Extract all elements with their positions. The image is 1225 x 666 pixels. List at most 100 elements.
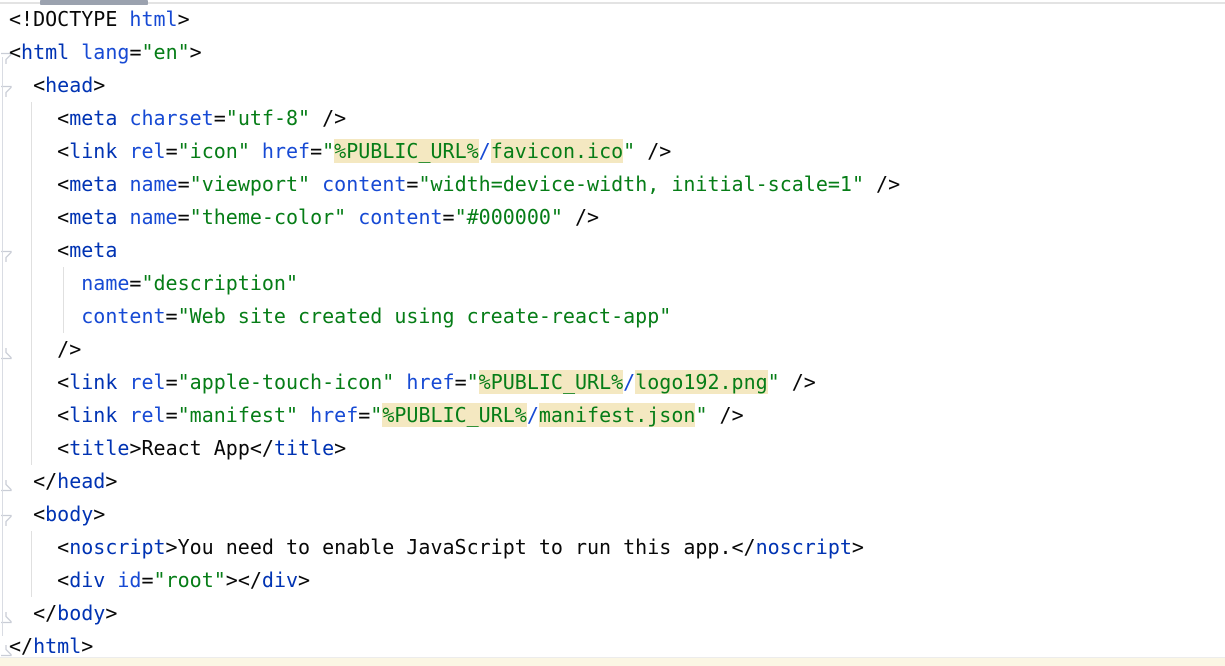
template-token: logo192.png — [635, 370, 767, 394]
code-token: noscript — [756, 535, 852, 559]
code-token: name — [81, 271, 129, 295]
code-token: html — [129, 7, 177, 31]
template-token: manifest.json — [539, 403, 696, 427]
code-token: > — [852, 535, 864, 559]
code-token: " — [623, 139, 635, 163]
code-token: < — [9, 568, 69, 592]
code-token: > — [105, 469, 117, 493]
code-token: React App — [141, 436, 249, 460]
code-token: " — [695, 403, 707, 427]
code-line: <head> — [9, 69, 900, 102]
code-token: < — [9, 172, 69, 196]
code-token: ></ — [226, 568, 262, 592]
code-line: </head> — [9, 465, 900, 498]
code-token: > — [81, 634, 93, 658]
code-token: div — [262, 568, 298, 592]
code-token — [298, 403, 310, 427]
code-token: > — [190, 40, 202, 64]
code-token: = — [166, 304, 178, 328]
code-token: < — [9, 73, 45, 97]
code-token: "root" — [154, 568, 226, 592]
code-token: title — [274, 436, 334, 460]
code-token: </ — [9, 469, 57, 493]
code-token: You need to enable JavaScript to run thi… — [178, 535, 732, 559]
code-editor[interactable]: <!DOCTYPE html><html lang="en"> <head> <… — [0, 0, 1225, 666]
code-token: " — [768, 370, 780, 394]
code-line: <body> — [9, 498, 900, 531]
code-line: <html lang="en"> — [9, 36, 900, 69]
code-token: /> — [864, 172, 900, 196]
code-line: /> — [9, 333, 900, 366]
code-token: < — [9, 238, 69, 262]
code-token: rel — [129, 403, 165, 427]
code-token — [117, 139, 129, 163]
code-token: = — [178, 172, 190, 196]
code-token — [117, 106, 129, 130]
code-token: < — [9, 535, 69, 559]
code-line: <meta charset="utf-8" /> — [9, 102, 900, 135]
code-token — [69, 40, 81, 64]
code-token: /> — [780, 370, 816, 394]
code-token: " — [322, 139, 334, 163]
code-token: body — [45, 502, 93, 526]
code-token: href — [310, 403, 358, 427]
code-token — [9, 271, 81, 295]
code-token: id — [117, 568, 141, 592]
code-token: <!DOCTYPE — [9, 7, 129, 31]
code-token: rel — [129, 370, 165, 394]
code-line: < noscript> You need to enable JavaScript … — [9, 531, 900, 564]
code-token: < — [9, 139, 69, 163]
code-token: / — [623, 370, 635, 394]
code-token: "description" — [141, 271, 298, 295]
code-token: " — [370, 403, 382, 427]
code-token: "width=device-width, initial-scale=1" — [418, 172, 864, 196]
code-token: = — [129, 271, 141, 295]
template-token: favicon.ico — [491, 139, 623, 163]
code-token — [346, 205, 358, 229]
code-token: / — [527, 403, 539, 427]
code-token: meta — [69, 205, 117, 229]
code-token: "apple-touch-icon" — [178, 370, 395, 394]
code-token: rel — [129, 139, 165, 163]
code-token — [9, 304, 81, 328]
code-token: < — [9, 403, 69, 427]
code-token: = — [310, 139, 322, 163]
code-token: / — [479, 139, 491, 163]
code-token: /> — [563, 205, 599, 229]
code-token: content — [358, 205, 442, 229]
code-line: <div id="root"></div> — [9, 564, 900, 597]
code-token: < — [9, 370, 69, 394]
code-token: = — [178, 205, 190, 229]
code-token: content — [322, 172, 406, 196]
code-token: " — [467, 370, 479, 394]
code-token — [105, 568, 117, 592]
code-token: "icon" — [178, 139, 250, 163]
code-token: > — [178, 7, 190, 31]
code-token: < — [9, 205, 69, 229]
code-line: <!DOCTYPE html> — [9, 3, 900, 36]
code-token — [117, 403, 129, 427]
code-token: "Web site created using create-react-app… — [178, 304, 672, 328]
code-token: "utf-8" — [226, 106, 310, 130]
code-token — [394, 370, 406, 394]
code-token: link — [69, 403, 117, 427]
code-line: name="description" — [9, 267, 900, 300]
template-token: %PUBLIC_URL% — [334, 139, 479, 163]
code-token: > — [105, 601, 117, 625]
code-token: name — [129, 205, 177, 229]
code-token: </ — [9, 634, 33, 658]
code-token: < — [9, 502, 45, 526]
code-token: head — [57, 469, 105, 493]
code-token: lang — [81, 40, 129, 64]
code-token: "#000000" — [455, 205, 563, 229]
code-line: content="Web site created using create-r… — [9, 300, 900, 333]
code-line: <link rel="icon" href="%PUBLIC_URL%/favi… — [9, 135, 900, 168]
code-token: = — [406, 172, 418, 196]
code-token: "viewport" — [190, 172, 310, 196]
code-text-area[interactable]: <!DOCTYPE html><html lang="en"> <head> <… — [9, 3, 900, 663]
template-token: %PUBLIC_URL% — [382, 403, 527, 427]
code-token: meta — [69, 238, 117, 262]
code-token: link — [69, 370, 117, 394]
code-line: <link rel="manifest" href="%PUBLIC_URL%/… — [9, 399, 900, 432]
code-token: = — [129, 40, 141, 64]
